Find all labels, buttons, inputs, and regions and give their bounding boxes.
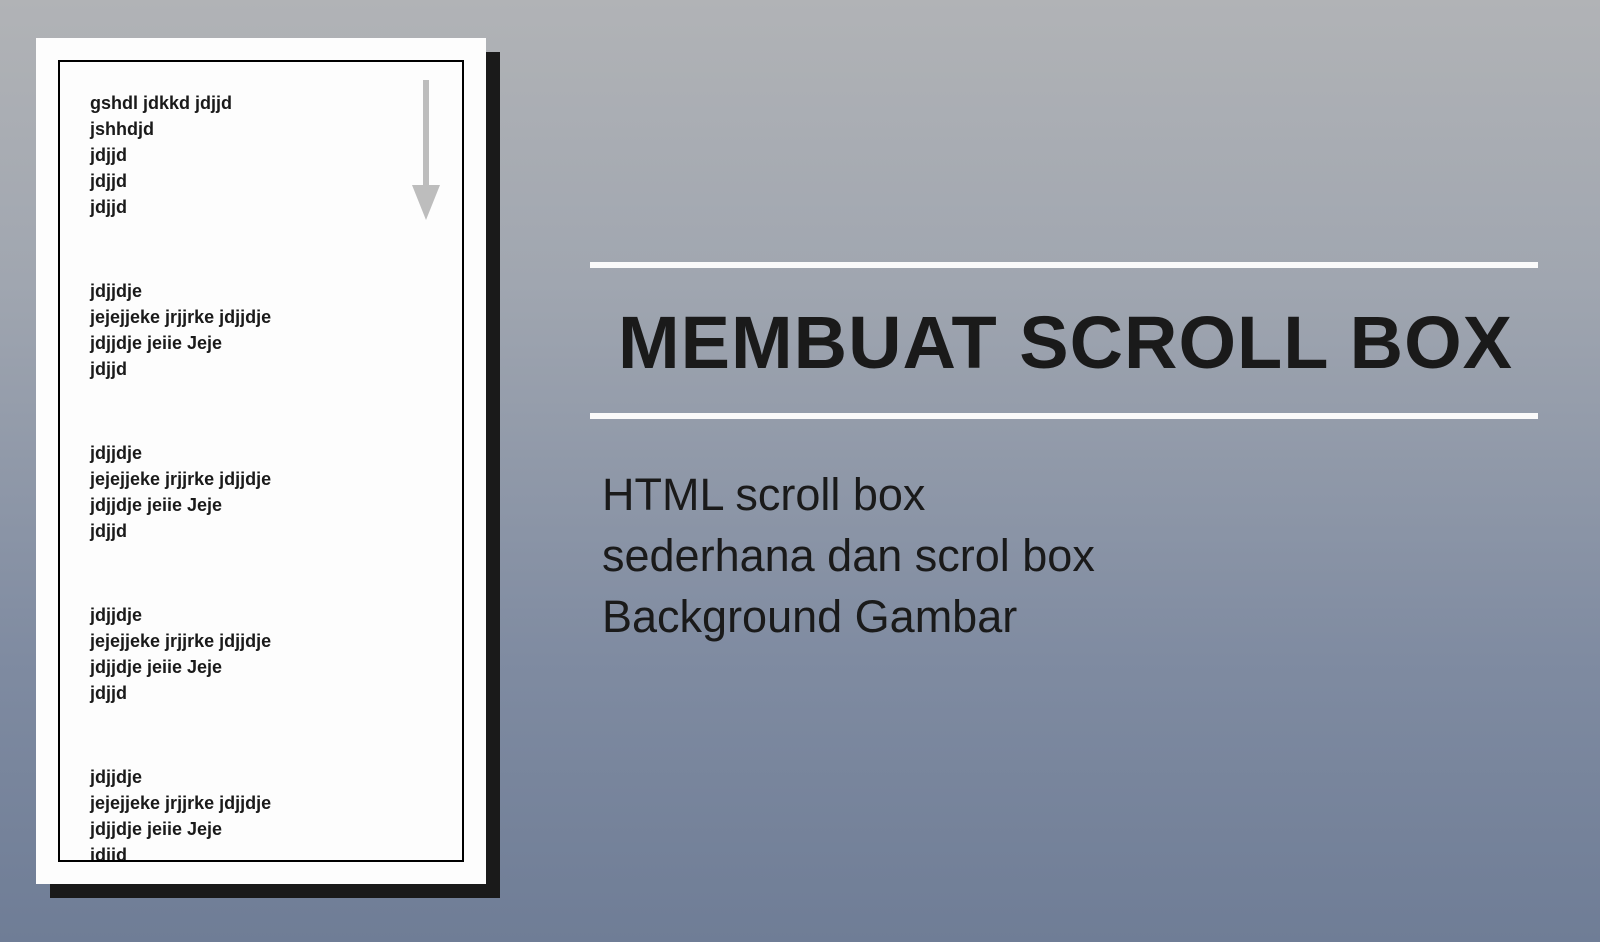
text-line: jejejjeke jrjjrke jdjjdje bbox=[90, 466, 432, 492]
text-block: jdjjdjejejejjeke jrjjrke jdjjdjejdjjdje … bbox=[90, 440, 432, 544]
page-subtitle: HTML scroll boxsederhana dan scrol boxBa… bbox=[590, 465, 1538, 647]
text-line: jdjjd bbox=[90, 518, 432, 544]
subtitle-line: sederhana dan scrol box bbox=[602, 526, 1538, 587]
scroll-box-area[interactable]: gshdl jdkkd jdjjdjshhdjdjdjjdjdjjdjdjjdj… bbox=[58, 60, 464, 862]
divider-bottom bbox=[590, 413, 1538, 419]
card-surface: gshdl jdkkd jdjjdjshhdjdjdjjdjdjjdjdjjdj… bbox=[36, 38, 486, 884]
text-line: gshdl jdkkd jdjjd bbox=[90, 90, 432, 116]
scroll-content: gshdl jdkkd jdjjdjshhdjdjdjjdjdjjdjdjjdj… bbox=[90, 90, 432, 862]
text-line: jdjjdje bbox=[90, 602, 432, 628]
text-line: jdjjd bbox=[90, 142, 432, 168]
text-line: jdjjdje bbox=[90, 440, 432, 466]
text-line: jdjjd bbox=[90, 168, 432, 194]
subtitle-line: Background Gambar bbox=[602, 587, 1538, 648]
down-arrow-icon bbox=[412, 80, 440, 220]
text-line: jdjjd bbox=[90, 356, 432, 382]
text-line: jshhdjd bbox=[90, 116, 432, 142]
page-title: MEMBUAT SCROLL BOX bbox=[590, 268, 1538, 413]
text-block: gshdl jdkkd jdjjdjshhdjdjdjjdjdjjdjdjjd bbox=[90, 90, 432, 220]
text-line: jejejjeke jrjjrke jdjjdje bbox=[90, 790, 432, 816]
text-block: jdjjdjejejejjeke jrjjrke jdjjdjejdjjdje … bbox=[90, 278, 432, 382]
text-line: jdjjdje jeiie Jeje bbox=[90, 654, 432, 680]
text-line: jdjjdje jeiie Jeje bbox=[90, 330, 432, 356]
text-line: jdjjdje bbox=[90, 764, 432, 790]
text-block: jdjjdjejejejjeke jrjjrke jdjjdjejdjjdje … bbox=[90, 602, 432, 706]
text-line: jdjjdje jeiie Jeje bbox=[90, 816, 432, 842]
heading-panel: MEMBUAT SCROLL BOX HTML scroll boxsederh… bbox=[590, 262, 1538, 647]
text-line: jdjjd bbox=[90, 842, 432, 862]
text-line: jdjjd bbox=[90, 194, 432, 220]
text-line: jdjjdje jeiie Jeje bbox=[90, 492, 432, 518]
scroll-box-card: gshdl jdkkd jdjjdjshhdjdjdjjdjdjjdjdjjdj… bbox=[36, 38, 486, 884]
subtitle-line: HTML scroll box bbox=[602, 465, 1538, 526]
text-block: jdjjdjejejejjeke jrjjrke jdjjdjejdjjdje … bbox=[90, 764, 432, 862]
text-line: jejejjeke jrjjrke jdjjdje bbox=[90, 304, 432, 330]
text-line: jdjjdje bbox=[90, 278, 432, 304]
text-line: jdjjd bbox=[90, 680, 432, 706]
text-line: jejejjeke jrjjrke jdjjdje bbox=[90, 628, 432, 654]
